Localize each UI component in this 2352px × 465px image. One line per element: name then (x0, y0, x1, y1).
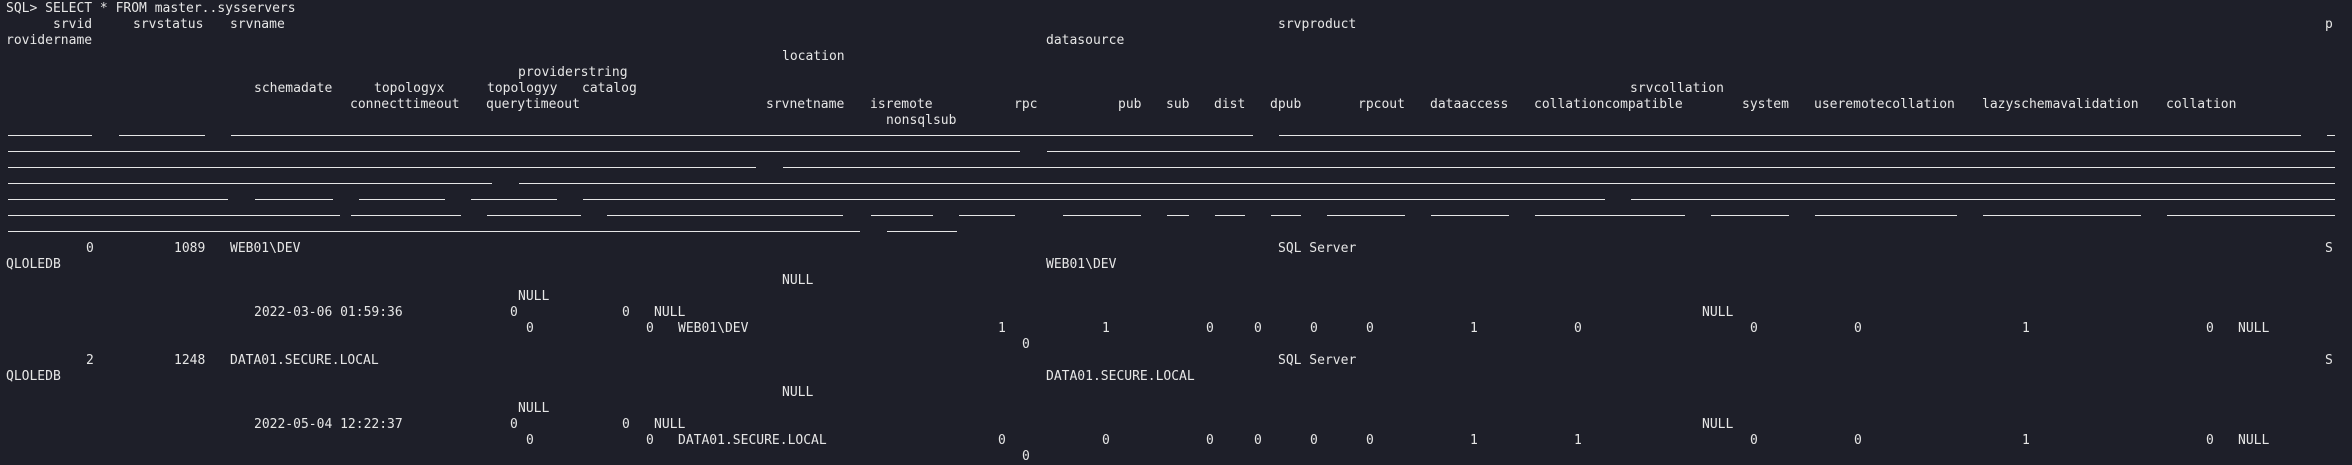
cell-querytimeout: 0 (646, 321, 654, 336)
cell-providername-rest: QLOLEDB (6, 257, 61, 272)
cell-useremotecollation: 1 (2022, 321, 2030, 336)
cell-collation: NULL (2238, 321, 2270, 336)
cell-srvproduct: SQL Server (1278, 241, 1357, 256)
header-dpub: dpub (1270, 97, 1302, 112)
cell-datasource: DATA01.SECURE.LOCAL (1046, 369, 1195, 384)
header-providername-p: p (2325, 17, 2333, 32)
cell-topologyx: 0 (510, 417, 518, 432)
header-pub: pub (1118, 97, 1142, 112)
header-providerstring: providerstring (518, 65, 628, 80)
header-collationcompatible: collationcompatible (1534, 97, 1683, 112)
cell-connecttimeout: 0 (526, 433, 534, 448)
cell-srvcollation: NULL (1702, 417, 1734, 432)
header-srvproduct: srvproduct (1278, 17, 1357, 32)
header-topologyy: topologyy (487, 81, 558, 96)
cell-dpub: 0 (1366, 321, 1374, 336)
cell-sub: 0 (1254, 321, 1262, 336)
cell-querytimeout: 0 (646, 433, 654, 448)
header-lazyschemavalidation: lazyschemavalidation (1982, 97, 2139, 112)
cell-rpc: 1 (1102, 321, 1110, 336)
cell-srvid: 2 (86, 353, 94, 368)
header-dataaccess: dataaccess (1430, 97, 1509, 112)
header-srvcollation: srvcollation (1630, 81, 1724, 96)
header-sub: sub (1166, 97, 1190, 112)
cell-nonsqlsub: 0 (1022, 449, 1030, 464)
cell-topologyy: 0 (622, 305, 630, 320)
header-location: location (782, 49, 845, 64)
header-srvstatus: srvstatus (133, 17, 204, 32)
header-querytimeout: querytimeout (486, 97, 580, 112)
cell-rpcout: 1 (1470, 321, 1478, 336)
header-collation: collation (2166, 97, 2237, 112)
cell-pub: 0 (1206, 321, 1214, 336)
cell-lazyschemavalidation: 0 (2206, 321, 2214, 336)
header-srvid: srvid (53, 17, 93, 32)
header-nonsqlsub: nonsqlsub (886, 113, 957, 128)
header-catalog: catalog (582, 81, 637, 96)
cell-isremote: 0 (998, 433, 1006, 448)
cell-datasource: WEB01\DEV (1046, 257, 1117, 272)
cell-srvproduct: SQL Server (1278, 353, 1357, 368)
header-datasource: datasource (1046, 33, 1125, 48)
cell-providerstring: NULL (518, 289, 550, 304)
cell-providername-rest: QLOLEDB (6, 369, 61, 384)
cell-collation: NULL (2238, 433, 2270, 448)
cell-rpcout: 1 (1470, 433, 1478, 448)
cell-pub: 0 (1206, 433, 1214, 448)
header-providername-wrap: rovidername (6, 33, 93, 48)
header-useremotecollation: useremotecollation (1814, 97, 1955, 112)
cell-catalog: NULL (654, 417, 686, 432)
cell-catalog: NULL (654, 305, 686, 320)
cell-providername-s: S (2325, 353, 2333, 368)
cell-srvname: DATA01.SECURE.LOCAL (230, 353, 379, 368)
cell-srvname: WEB01\DEV (230, 241, 301, 256)
terminal-window[interactable]: SQL> SELECT * FROM master..sysservers sr… (0, 0, 2352, 464)
cell-srvcollation: NULL (1702, 305, 1734, 320)
cell-schemadate: 2022-05-04 12:22:37 (254, 417, 403, 432)
cell-rpc: 0 (1102, 433, 1110, 448)
cell-connecttimeout: 0 (526, 321, 534, 336)
cell-srvnetname: WEB01\DEV (678, 321, 749, 336)
sql-query-line: SQL> SELECT * FROM master..sysservers (6, 1, 296, 16)
cell-lazyschemavalidation: 0 (2206, 433, 2214, 448)
header-connecttimeout: connecttimeout (350, 97, 460, 112)
header-rpc: rpc (1014, 97, 1038, 112)
cell-useremotecollation: 1 (2022, 433, 2030, 448)
cell-system: 0 (1854, 433, 1862, 448)
cell-system: 0 (1854, 321, 1862, 336)
cell-location: NULL (782, 273, 814, 288)
header-dist: dist (1214, 97, 1246, 112)
cell-providername-s: S (2325, 241, 2333, 256)
cell-isremote: 1 (998, 321, 1006, 336)
cell-nonsqlsub: 0 (1022, 337, 1030, 352)
cell-srvnetname: DATA01.SECURE.LOCAL (678, 433, 827, 448)
header-srvnetname: srvnetname (766, 97, 845, 112)
cell-location: NULL (782, 385, 814, 400)
cell-dist: 0 (1310, 321, 1318, 336)
cell-topologyx: 0 (510, 305, 518, 320)
cell-dist: 0 (1310, 433, 1318, 448)
header-system: system (1742, 97, 1789, 112)
header-srvname: srvname (230, 17, 285, 32)
cell-dpub: 0 (1366, 433, 1374, 448)
cell-srvstatus: 1089 (174, 241, 206, 256)
header-topologyx: topologyx (374, 81, 445, 96)
cell-schemadate: 2022-03-06 01:59:36 (254, 305, 403, 320)
cell-collationcompatible: 0 (1750, 321, 1758, 336)
cell-dataaccess: 0 (1574, 321, 1582, 336)
cell-dataaccess: 1 (1574, 433, 1582, 448)
cell-srvstatus: 1248 (174, 353, 206, 368)
cell-collationcompatible: 0 (1750, 433, 1758, 448)
header-schemadate: schemadate (254, 81, 333, 96)
header-isremote: isremote (870, 97, 933, 112)
cell-topologyy: 0 (622, 417, 630, 432)
cell-srvid: 0 (86, 241, 94, 256)
cell-sub: 0 (1254, 433, 1262, 448)
header-rpcout: rpcout (1358, 97, 1405, 112)
cell-providerstring: NULL (518, 401, 550, 416)
